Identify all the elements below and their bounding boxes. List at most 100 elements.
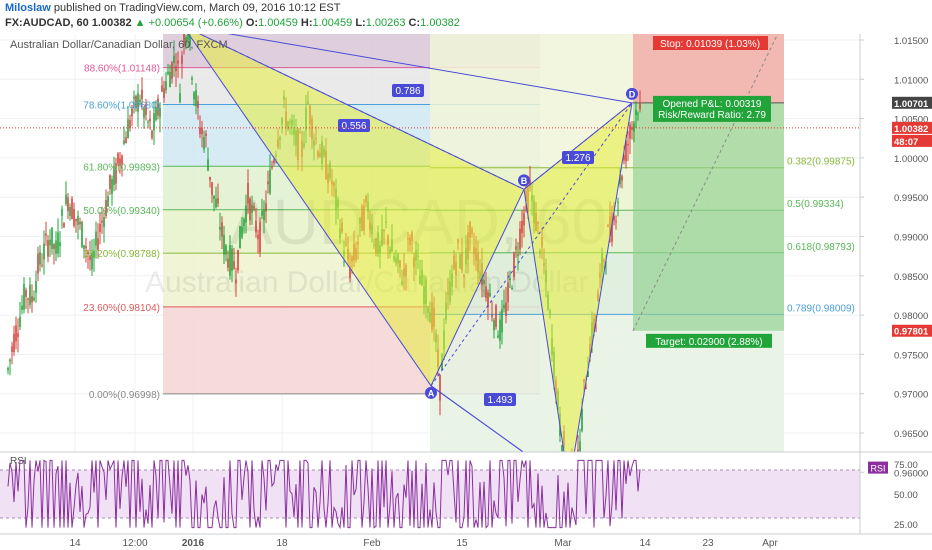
candle-body bbox=[489, 292, 491, 297]
candle-body bbox=[639, 102, 641, 110]
candle-body bbox=[487, 292, 489, 307]
candle-body bbox=[33, 297, 35, 301]
candle-body bbox=[513, 253, 515, 277]
candle-body bbox=[51, 227, 53, 250]
fib-retracement-label: 61.80%(0.99893) bbox=[83, 162, 160, 173]
candle-body bbox=[101, 220, 103, 223]
time-tick-label: Feb bbox=[363, 538, 381, 549]
price-tick-label: 0.98500 bbox=[894, 272, 928, 283]
candle-body bbox=[237, 249, 239, 271]
candle-body bbox=[85, 246, 87, 249]
candle-body bbox=[259, 222, 261, 253]
candle-body bbox=[191, 77, 193, 80]
candle-body bbox=[205, 133, 207, 137]
open-label: O: bbox=[245, 17, 259, 29]
candle-body bbox=[59, 242, 61, 247]
candle-body bbox=[27, 298, 29, 300]
candle-body bbox=[267, 181, 269, 185]
price-badge-label: 48:07 bbox=[894, 137, 918, 148]
time-tick-label: 18 bbox=[276, 538, 288, 549]
candle-body bbox=[211, 182, 213, 196]
candle-body bbox=[53, 244, 55, 249]
candle-body bbox=[69, 206, 71, 217]
fib-extension-label: 0.382(0.99875) bbox=[787, 157, 855, 168]
candle-body bbox=[95, 231, 97, 246]
rr-label: Risk/Reward Ratio: 2.79 bbox=[658, 110, 766, 121]
stop-label: Stop: 0.01039 (1.03%) bbox=[660, 39, 760, 50]
pattern-point-label: D bbox=[629, 89, 636, 99]
candle-body bbox=[207, 159, 209, 171]
pl-label: Opened P&L: 0.00319 bbox=[663, 99, 762, 110]
candle-body bbox=[201, 128, 203, 134]
candle-body bbox=[509, 277, 511, 281]
time-tick-label: 14 bbox=[69, 538, 81, 549]
candle-body bbox=[43, 243, 45, 260]
time-tick-label: 2016 bbox=[182, 538, 205, 549]
pattern-ratio-label: 1.493 bbox=[487, 395, 512, 406]
candle-body bbox=[73, 209, 75, 226]
candle-body bbox=[129, 120, 131, 129]
candle-body bbox=[483, 279, 485, 285]
chart-header: Miloslaw published on TradingView.com, M… bbox=[0, 0, 932, 34]
candle-body bbox=[17, 333, 19, 338]
rsi-tick-label: 25.00 bbox=[894, 520, 918, 531]
publish-info: published on TradingView.com, March 09, … bbox=[53, 2, 341, 14]
high-label: H: bbox=[300, 17, 313, 29]
price-badge-label: 0.97801 bbox=[894, 327, 929, 338]
candle-body bbox=[35, 281, 37, 293]
rsi-title: RSI bbox=[10, 456, 27, 467]
price-badge-label: 1.00701 bbox=[894, 99, 929, 110]
candle-body bbox=[499, 319, 501, 341]
candle-body bbox=[125, 137, 127, 144]
price-tick-label: 0.97000 bbox=[894, 390, 928, 401]
high-value: 1.00459 bbox=[312, 17, 353, 29]
candle-body bbox=[81, 221, 83, 248]
candle-body bbox=[485, 286, 487, 298]
candle-body bbox=[273, 159, 275, 164]
price-tick-label: 0.97500 bbox=[894, 350, 928, 361]
candle-body bbox=[561, 445, 563, 452]
price-tick-label: 0.98000 bbox=[894, 311, 928, 322]
pattern-ratio-label: 0.786 bbox=[395, 86, 420, 97]
fib-retracement-label: 23.60%(0.98104) bbox=[83, 303, 160, 314]
candle-body bbox=[223, 235, 225, 255]
candle-body bbox=[15, 325, 17, 342]
pattern-point-label: B bbox=[521, 176, 528, 186]
candle-body bbox=[55, 240, 57, 254]
candle-body bbox=[147, 121, 149, 123]
candle-body bbox=[241, 226, 243, 238]
candle-body bbox=[41, 264, 43, 266]
candle-body bbox=[25, 290, 27, 297]
candle-body bbox=[209, 176, 211, 181]
candle-body bbox=[621, 176, 623, 181]
candle-body bbox=[109, 174, 111, 189]
time-tick-label: 15 bbox=[456, 538, 468, 549]
candle-body bbox=[173, 55, 175, 64]
fib-retracement-label: 38.20%(0.98788) bbox=[83, 249, 160, 260]
candle-body bbox=[79, 221, 81, 225]
close-label: C: bbox=[408, 17, 421, 29]
candle-body bbox=[215, 198, 217, 208]
candle-body bbox=[37, 253, 39, 274]
price-change: ▲ +0.00654 (+0.66%) bbox=[134, 17, 243, 29]
candle-body bbox=[7, 368, 9, 371]
time-tick-label: 12:00 bbox=[122, 538, 147, 549]
candle-body bbox=[239, 226, 241, 249]
fib-extension-label: 0.789(0.98009) bbox=[787, 303, 855, 314]
price-tick-label: 1.01500 bbox=[894, 36, 928, 47]
candle-body bbox=[253, 206, 255, 209]
candle-body bbox=[61, 209, 63, 216]
time-tick-label: Mar bbox=[554, 538, 572, 549]
symbol-label[interactable]: FX:AUDCAD, 60 bbox=[5, 17, 89, 29]
candle-body bbox=[217, 198, 219, 204]
candle-body bbox=[123, 140, 125, 144]
candle-body bbox=[251, 204, 253, 213]
candle-body bbox=[57, 232, 59, 254]
fib-extension-label: 0.618(0.98793) bbox=[787, 242, 855, 253]
candle-body bbox=[229, 245, 231, 276]
candle-body bbox=[97, 238, 99, 250]
candle-body bbox=[49, 239, 51, 246]
candle-body bbox=[39, 252, 41, 265]
chart-area[interactable]: AUDCAD, 60Australian Dollar/Canadian Dol… bbox=[0, 34, 932, 550]
author-name[interactable]: Miloslaw bbox=[5, 2, 51, 14]
